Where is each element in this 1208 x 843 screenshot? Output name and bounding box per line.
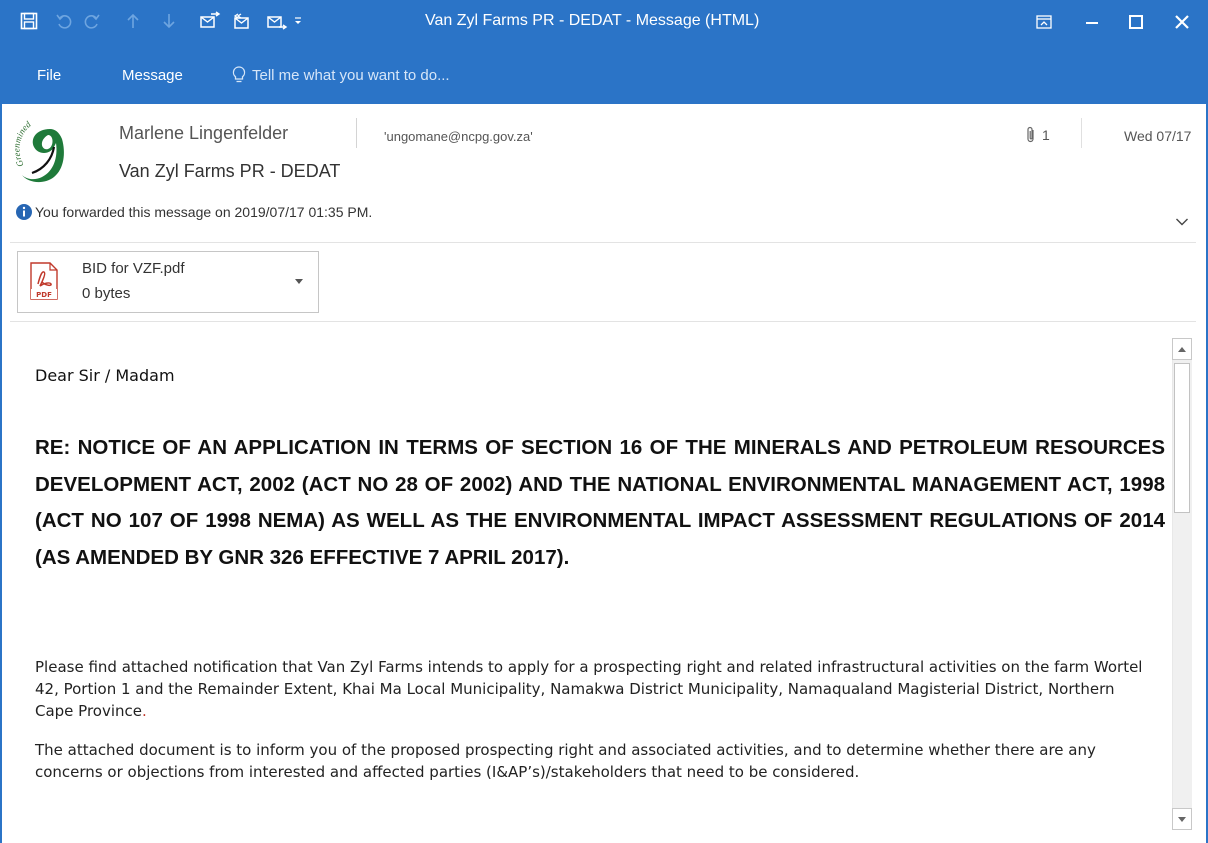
next-item-icon[interactable] bbox=[156, 8, 182, 34]
lightbulb-icon bbox=[232, 66, 246, 83]
scroll-down-icon[interactable] bbox=[1172, 808, 1192, 830]
body-paragraph-1-end: . bbox=[142, 702, 147, 720]
pdf-label: PDF bbox=[36, 291, 52, 299]
previous-item-icon[interactable] bbox=[120, 8, 146, 34]
body-heading: RE: NOTICE OF AN APPLICATION IN TERMS OF… bbox=[35, 436, 1165, 569]
scroll-up-icon[interactable] bbox=[1172, 338, 1192, 360]
header-separator bbox=[10, 242, 1196, 243]
message-body: Dear Sir / Madam RE: NOTICE OF AN APPLIC… bbox=[2, 322, 1170, 843]
tell-me-search[interactable]: Tell me what you want to do... bbox=[232, 66, 450, 84]
customize-qat-icon[interactable] bbox=[290, 8, 306, 34]
attachment-name: BID for VZF.pdf bbox=[82, 260, 185, 277]
tell-me-placeholder: Tell me what you want to do... bbox=[252, 66, 450, 84]
svg-text:Greenmined: Greenmined bbox=[14, 119, 33, 169]
message-subject: Van Zyl Farms PR - DEDAT bbox=[119, 161, 341, 181]
forward-icon[interactable] bbox=[264, 8, 290, 34]
sender-logo: Greenmined bbox=[11, 113, 86, 191]
attachment-dropdown-icon[interactable] bbox=[292, 276, 306, 288]
undo-icon[interactable] bbox=[51, 8, 77, 34]
attachment-indicator: 1 bbox=[1026, 126, 1050, 144]
redo-icon[interactable] bbox=[79, 8, 105, 34]
recipient-address[interactable]: 'ungomane@ncpg.gov.za' bbox=[384, 129, 533, 144]
scrollbar-thumb[interactable] bbox=[1174, 363, 1190, 513]
forwarded-text: You forwarded this message on 2019/07/17… bbox=[35, 204, 373, 220]
header-divider bbox=[356, 118, 357, 148]
maximize-icon[interactable] bbox=[1114, 8, 1158, 36]
body-greeting: Dear Sir / Madam bbox=[35, 366, 175, 385]
tab-file[interactable]: File bbox=[37, 67, 61, 84]
window-title: Van Zyl Farms PR - DEDAT - Message (HTML… bbox=[425, 12, 760, 29]
close-icon[interactable] bbox=[1160, 8, 1204, 36]
sender-name[interactable]: Marlene Lingenfelder bbox=[119, 123, 288, 144]
header-divider-right bbox=[1081, 118, 1082, 148]
forwarded-infobar: You forwarded this message on 2019/07/17… bbox=[15, 203, 372, 221]
body-paragraph-1-text: Please find attached notification that V… bbox=[35, 658, 1143, 720]
info-icon bbox=[16, 204, 32, 220]
reply-all-icon[interactable] bbox=[230, 8, 256, 34]
reply-icon[interactable] bbox=[197, 8, 223, 34]
paperclip-icon bbox=[1027, 126, 1034, 143]
body-paragraph-1: Please find attached notification that V… bbox=[35, 656, 1155, 722]
minimize-icon[interactable] bbox=[1070, 8, 1114, 36]
ribbon-display-options-icon[interactable] bbox=[1026, 8, 1062, 36]
message-date: Wed 07/17 bbox=[1124, 128, 1192, 144]
attachment-card[interactable]: PDF BID for VZF.pdf 0 bytes bbox=[17, 251, 319, 313]
body-paragraph-2: The attached document is to inform you o… bbox=[35, 741, 1096, 781]
save-icon[interactable] bbox=[16, 8, 42, 34]
attachment-count: 1 bbox=[1042, 127, 1050, 143]
title-bar: Van Zyl Farms PR - DEDAT - Message (HTML… bbox=[0, 0, 1208, 58]
tab-message[interactable]: Message bbox=[122, 67, 183, 84]
pdf-file-icon: PDF bbox=[30, 262, 58, 300]
expand-header-icon[interactable] bbox=[1172, 212, 1192, 232]
attachment-size: 0 bytes bbox=[82, 285, 131, 302]
logo-text: Greenmined bbox=[11, 119, 33, 169]
